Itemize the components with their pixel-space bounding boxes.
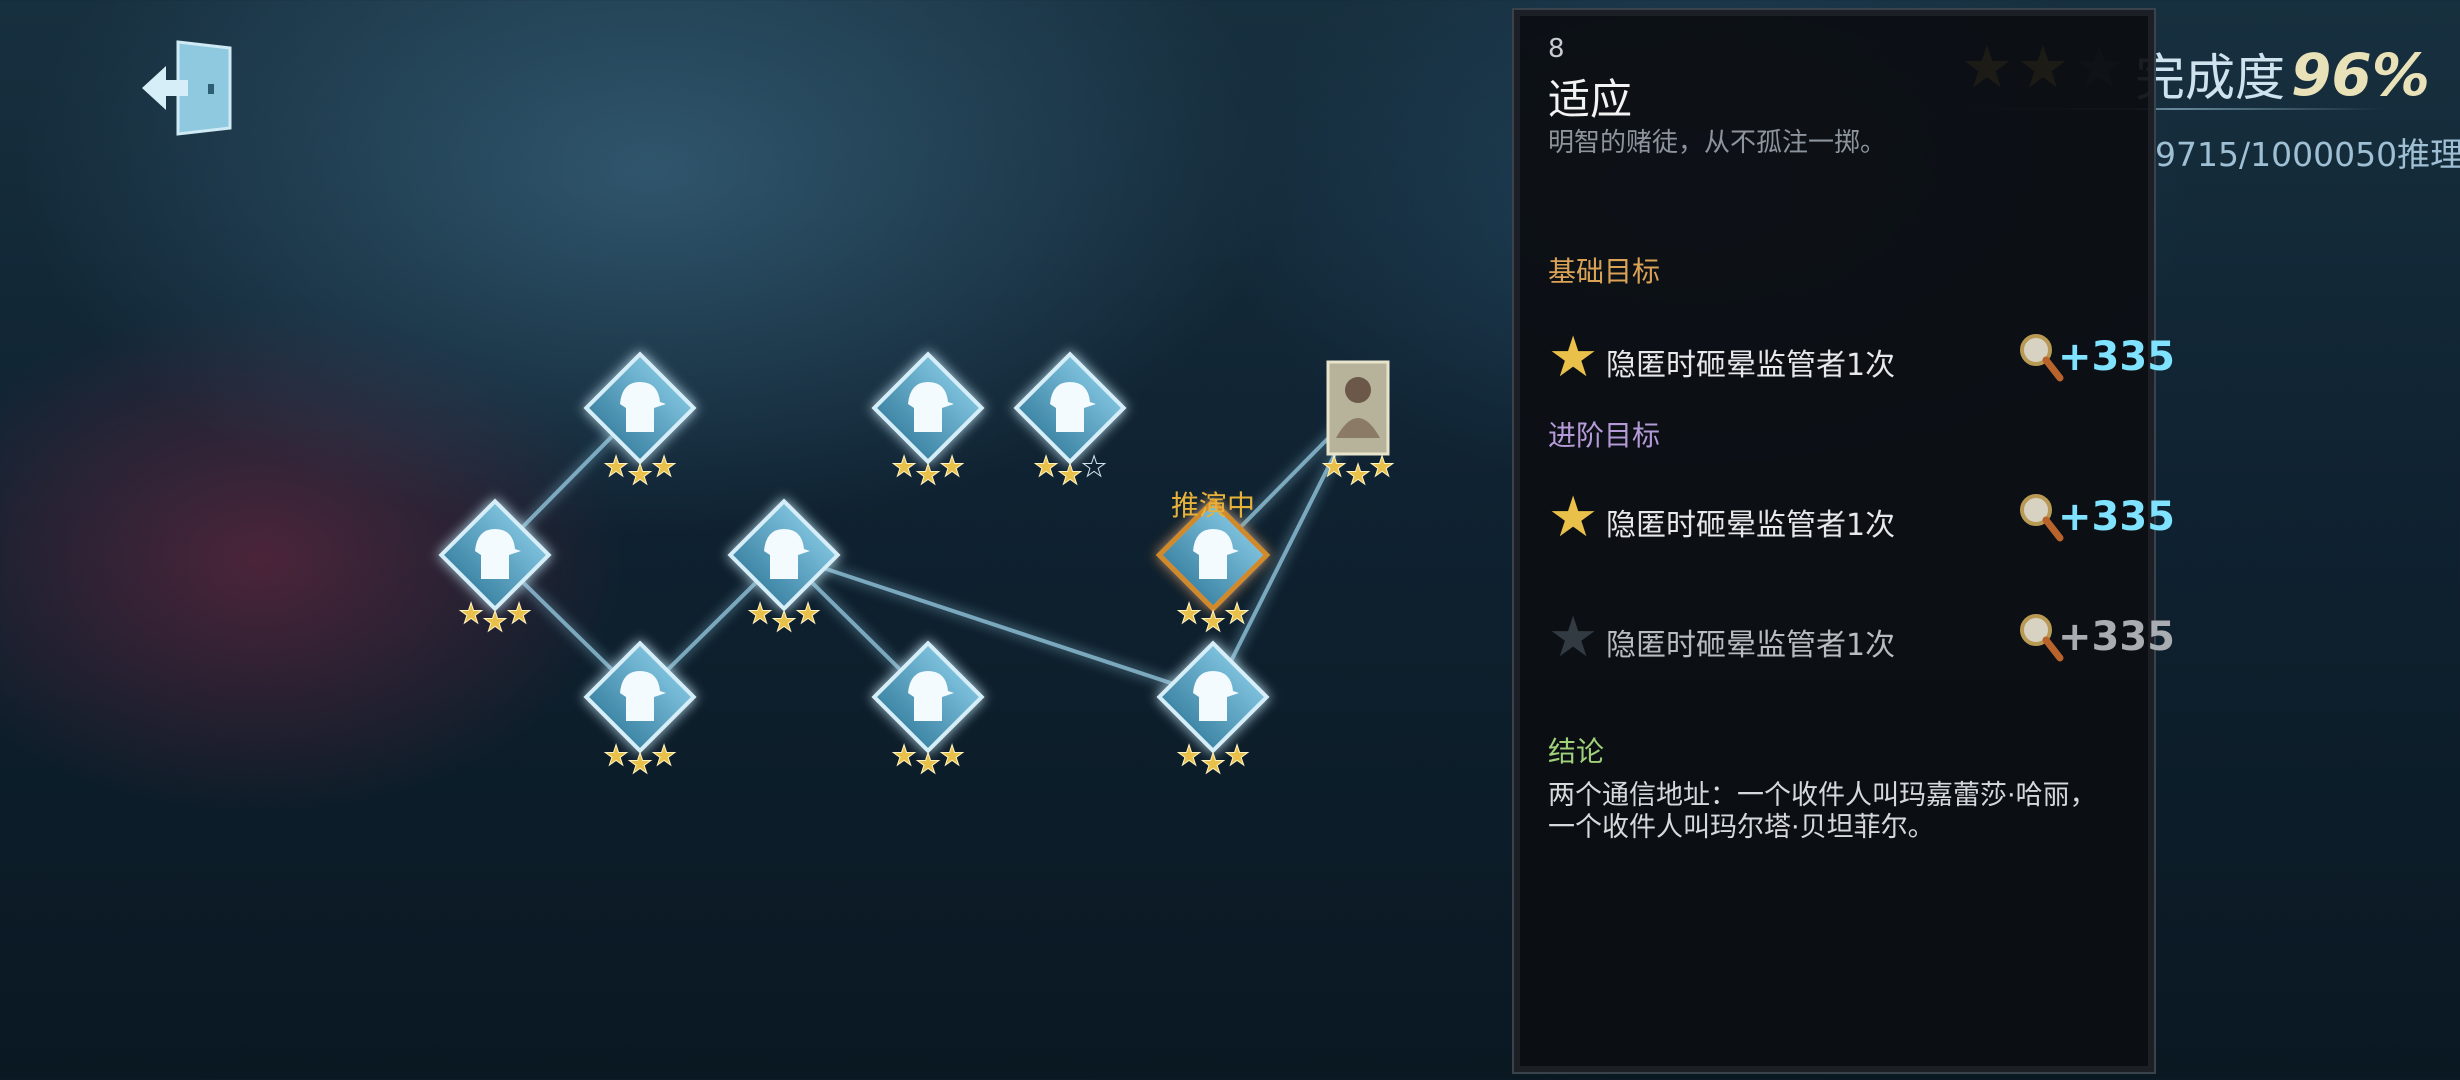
deduction-node[interactable]: ★★★ xyxy=(871,640,985,781)
deduction-node[interactable]: ★★★ xyxy=(871,351,985,492)
deduction-node[interactable]: ★★★ xyxy=(727,498,841,639)
advanced-goal-heading: 进阶目标 xyxy=(1548,419,1661,452)
star-icon: ★ xyxy=(603,739,628,772)
star-icon: ★ xyxy=(1176,597,1201,630)
star-icon: ★ xyxy=(627,458,652,491)
star-empty-icon: ★ xyxy=(1081,450,1106,483)
goal-text: 隐匿时砸晕监管者1次 xyxy=(1606,628,1896,663)
deduction-node[interactable]: ★★★ xyxy=(1013,351,1127,492)
star-icon: ★ xyxy=(1200,605,1225,638)
goal-text: 隐匿时砸晕监管者1次 xyxy=(1606,508,1896,543)
goal-reward: +335 xyxy=(2058,614,2176,660)
star-icon: ★ xyxy=(771,605,796,638)
star-icon: ★ xyxy=(1548,325,1599,390)
star-icon: ★ xyxy=(1224,739,1249,772)
star-icon: ★ xyxy=(1321,450,1346,483)
star-icon: ★ xyxy=(458,597,483,630)
chapter-number: 8 xyxy=(1548,34,1565,64)
progress-text: 完成度 96% xyxy=(2135,38,2430,110)
star-icon: ★ xyxy=(939,450,964,483)
star-icon: ★ xyxy=(1548,485,1599,550)
panel-description: 明智的赌徒，从不孤注一掷。 xyxy=(1548,128,1887,158)
current-node-label: 推演中 xyxy=(1171,489,1255,522)
star-icon: ★ xyxy=(891,450,916,483)
star-icon: ★ xyxy=(1176,739,1201,772)
star-icon: ★ xyxy=(627,747,652,780)
star-icon: ★ xyxy=(795,597,820,630)
star-icon: ★ xyxy=(651,739,676,772)
deduction-node[interactable]: ★★★ xyxy=(438,498,552,639)
goal-item: ★ 隐匿时砸晕监管者1次 +335 xyxy=(1548,485,2175,550)
star-icon: ★ xyxy=(506,597,531,630)
deduction-node[interactable]: ★★★ xyxy=(1156,640,1270,781)
progress-label: 完成度 xyxy=(2135,49,2285,107)
points-text: 9715/1000050推理积分 xyxy=(2155,135,2460,174)
detail-panel: 8 适应 明智的赌徒，从不孤注一掷。 基础目标 ★ 隐匿时砸晕监管者1次 +33… xyxy=(1512,8,2175,1074)
character-portrait xyxy=(1326,360,1390,456)
deduction-graph: ★★★★★★★★★★★★★★★★★★★★★★★★推演中★★★★★★ xyxy=(438,351,1395,781)
star-icon: ★ xyxy=(1057,458,1082,491)
star-empty-icon: ★ xyxy=(1548,605,1599,670)
star-icon: ★ xyxy=(915,747,940,780)
portrait-figure xyxy=(1345,377,1371,403)
goal-reward: +335 xyxy=(2058,334,2176,380)
conclusion-heading: 结论 xyxy=(1548,735,1605,768)
panel-title: 适应 xyxy=(1548,75,1633,124)
conclusion-text: 两个通信地址：一个收件人叫玛嘉蕾莎·哈丽，一个收件人叫玛尔塔·贝坦菲尔。 xyxy=(1548,780,2097,843)
star-icon: ★ xyxy=(1033,450,1058,483)
deduction-node[interactable]: ★★★ xyxy=(583,640,697,781)
star-icon: ★ xyxy=(747,597,772,630)
progress-percent: 96% xyxy=(2291,41,2430,109)
star-icon: ★ xyxy=(651,450,676,483)
star-icon: ★ xyxy=(1200,747,1225,780)
star-icon: ★ xyxy=(1369,450,1394,483)
goal-reward: +335 xyxy=(2058,494,2176,540)
star-icon: ★ xyxy=(482,605,507,638)
basic-goal-heading: 基础目标 xyxy=(1548,255,1661,288)
star-icon: ★ xyxy=(1224,597,1249,630)
graph-link xyxy=(783,553,1214,699)
star-icon: ★ xyxy=(915,458,940,491)
goal-item: ★ 隐匿时砸晕监管者1次 +335 xyxy=(1548,605,2175,670)
deduction-node[interactable]: ★★★ xyxy=(583,351,697,492)
goal-item: ★ 隐匿时砸晕监管者1次 +335 xyxy=(1548,325,2175,390)
star-icon: ★ xyxy=(939,739,964,772)
character-node[interactable]: ★★★ xyxy=(1321,360,1395,492)
star-icon: ★ xyxy=(1345,458,1370,491)
star-icon: ★ xyxy=(891,739,916,772)
deduction-node[interactable]: ★★★推演中 xyxy=(1155,489,1271,639)
star-icon: ★ xyxy=(603,450,628,483)
goal-text: 隐匿时砸晕监管者1次 xyxy=(1606,348,1896,383)
